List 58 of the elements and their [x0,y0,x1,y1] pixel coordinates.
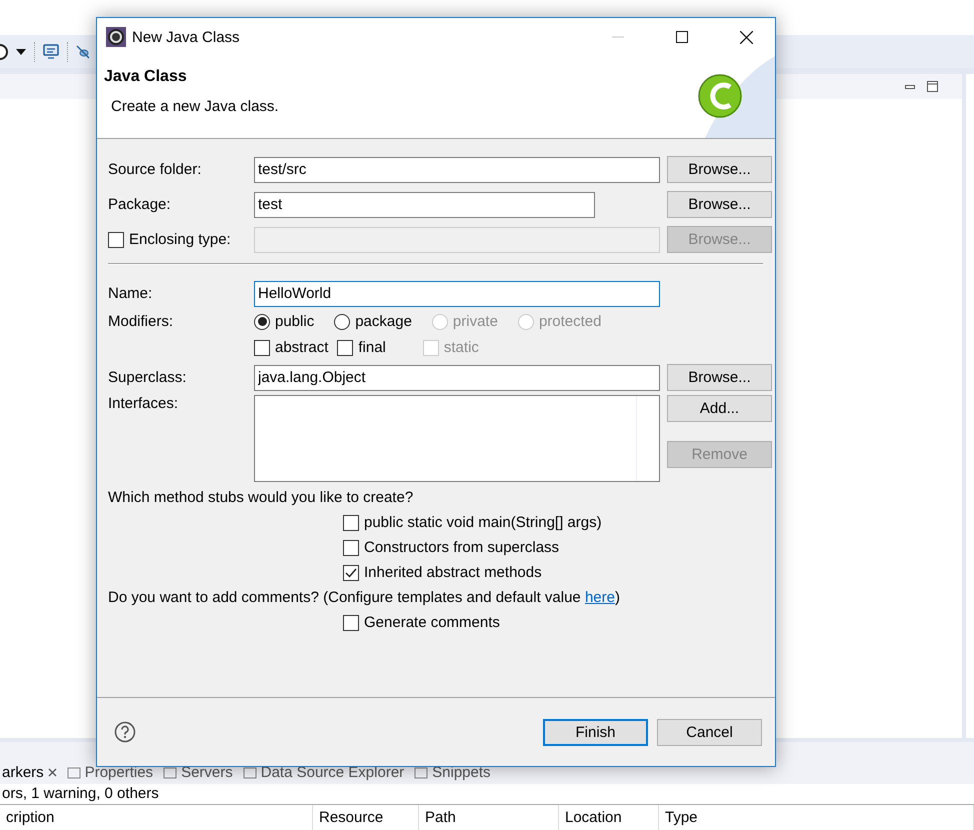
field-label: Superclass: [108,369,188,386]
view-tab[interactable]: Snippets [414,764,491,781]
view-icon [163,766,178,778]
dropdown-caret-icon[interactable] [16,48,26,54]
source-folder-field[interactable]: test/src [254,156,660,182]
maximize-icon[interactable] [927,81,938,92]
column-header[interactable]: Path [419,805,559,830]
view-icon [242,766,257,778]
cancel-button[interactable]: Cancel [657,718,762,746]
view-icon [66,766,81,778]
stub-checkbox[interactable]: Inherited abstract methods [343,564,542,581]
gear-icon [106,27,126,47]
close-icon [740,30,752,44]
name-field[interactable]: HelloWorld [254,280,660,306]
column-header[interactable]: Type [659,805,974,830]
close-icon[interactable] [48,768,57,777]
view-tab[interactable]: arkers [2,764,57,781]
globe-icon[interactable] [0,44,8,60]
stubs-question: Which method stubs would you like to create? [108,489,414,506]
superclass-field[interactable]: java.lang.Object [254,364,660,390]
browse-button[interactable]: Browse... [667,156,772,183]
field-label: Source folder: [108,161,202,178]
browse-button[interactable]: Browse... [667,364,772,391]
view-tab[interactable]: Servers [163,764,233,781]
view-icon [414,766,428,778]
minimize-icon[interactable] [905,84,915,88]
generate-comments-checkbox[interactable]: Generate comments [343,614,500,631]
column-header[interactable]: cription [0,805,313,830]
wizard-description: Create a new Java class. [110,98,280,115]
view-tab[interactable]: Data Source Explorer [242,764,404,781]
field-label: Package: [108,196,172,213]
comments-question: Do you want to add comments? (Configure templates and default value here) [108,589,620,606]
window-title: New Java Class [132,28,241,46]
checkmark-icon [345,568,357,578]
add-button[interactable]: Add... [667,395,772,422]
column-header[interactable]: Location [559,805,659,830]
field-label: Modifiers: [108,313,174,330]
minimize-icon [612,36,624,38]
stub-checkbox[interactable]: Constructors from superclass [343,539,560,556]
column-header[interactable]: Resource [313,805,419,830]
interfaces-list[interactable] [254,395,660,482]
browse-button[interactable]: Browse... [667,191,772,218]
finish-button[interactable]: Finish [543,718,648,746]
stub-checkbox[interactable]: public static void main(String[] args) [343,514,602,531]
field-label: Name: [108,285,154,302]
wizard-heading: Java Class [104,68,188,86]
monitor-icon[interactable] [43,44,59,60]
package-field[interactable]: test [254,192,595,218]
modifier-radio[interactable]: public [254,313,314,330]
modifier-checkbox[interactable]: final [337,339,386,356]
maximize-icon [676,31,688,43]
here-link[interactable]: here [584,589,615,606]
modifier-radio[interactable]: package [334,313,412,330]
view-tab[interactable]: Properties [66,764,154,781]
modifier-checkbox[interactable]: abstract [254,339,328,356]
status-summary: ors, 1 warning, 0 others [1,784,160,804]
field-label: Interfaces: [108,395,180,412]
help-icon[interactable] [114,721,136,743]
